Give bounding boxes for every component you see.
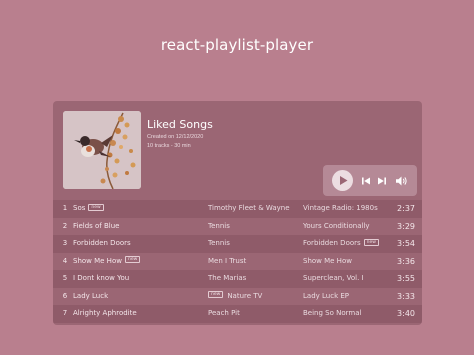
track-duration: 3:54: [397, 239, 415, 248]
track-number: 1: [62, 204, 68, 212]
playlist-summary: 10 tracks - 30 min: [147, 143, 191, 149]
app-title: react-playlist-player: [160, 36, 314, 54]
track-row[interactable]: 3 Forbidden Doors Tennis Forbidden Doors…: [53, 235, 422, 253]
track-title: Sos: [73, 204, 86, 212]
track-duration: 3:36: [397, 256, 415, 266]
track-artist: Tennis: [208, 221, 230, 230]
track-number: 4: [62, 256, 68, 265]
bird-artwork-icon: [63, 111, 141, 189]
track-number: 2: [62, 221, 68, 230]
track-number: 6: [62, 291, 68, 300]
track-title: I Dont know You: [73, 274, 130, 282]
play-icon: [340, 176, 348, 185]
track-artist-cell: new Nature TV: [208, 288, 262, 306]
track-artist: Timothy Fleet & Wayne: [208, 204, 290, 212]
track-duration: 3:33: [397, 291, 415, 301]
track-row[interactable]: 4 Show Me How new Men I Trust Show Me How…: [53, 253, 422, 271]
track-artist: Men I Trust: [208, 256, 247, 265]
track-album: Forbidden Doors: [303, 239, 361, 247]
track-artist: The Marias: [208, 274, 247, 282]
track-title: Show Me How: [73, 256, 122, 265]
track-row[interactable]: 1 Sos new Timothy Fleet & Wayne Vintage R…: [53, 200, 422, 218]
track-list: 1 Sos new Timothy Fleet & Wayne Vintage R…: [53, 200, 422, 323]
track-number: 5: [62, 274, 68, 282]
new-badge: new: [208, 291, 224, 298]
skip-next-icon: [378, 177, 386, 185]
previous-button[interactable]: [360, 175, 372, 187]
track-row[interactable]: 5 I Dont know You The Marias Superclean,…: [53, 270, 422, 288]
track-title: Forbidden Doors: [73, 239, 131, 247]
playlist-header: Liked Songs Created on 12/12/2020 10 tra…: [53, 101, 422, 200]
next-button[interactable]: [376, 175, 388, 187]
playlist-created-date: Created on 12/12/2020: [147, 134, 204, 140]
track-duration: 3:55: [397, 274, 415, 283]
new-badge: new: [124, 256, 141, 263]
playlist-cover: [63, 111, 141, 189]
volume-icon: [396, 176, 407, 186]
track-album-cell: Forbidden Doors new: [303, 235, 379, 253]
new-badge: new: [363, 238, 379, 246]
track-album: Yours Conditionally: [303, 221, 370, 230]
volume-button[interactable]: [395, 175, 408, 187]
playlist-player: Liked Songs Created on 12/12/2020 10 tra…: [53, 101, 422, 325]
track-row[interactable]: 6 Lady Luck new Nature TV Lady Luck EP 3:…: [53, 288, 422, 306]
track-artist: Tennis: [208, 239, 230, 247]
track-album: Show Me How: [303, 256, 352, 265]
track-artist: Nature TV: [227, 291, 263, 300]
track-number: 3: [62, 239, 68, 247]
track-album: Being So Normal: [303, 309, 362, 317]
skip-previous-icon: [362, 177, 370, 185]
playlist-title: Liked Songs: [147, 118, 213, 131]
track-artist: Peach Pit: [208, 309, 240, 317]
track-title-cell: Sos new: [73, 200, 104, 218]
track-duration: 3:29: [397, 221, 415, 231]
track-duration: 3:40: [397, 309, 415, 318]
track-title-cell: Show Me How new: [73, 253, 141, 271]
track-title: Fields of Blue: [73, 221, 120, 230]
track-duration: 2:37: [397, 204, 415, 213]
track-album: Superclean, Vol. I: [303, 274, 364, 282]
track-album: Vintage Radio: 1980s: [303, 204, 378, 212]
track-row[interactable]: 7 Alrighty Aphrodite Peach Pit Being So …: [53, 305, 422, 323]
new-badge: new: [88, 203, 104, 211]
track-album: Lady Luck EP: [303, 291, 349, 300]
track-row[interactable]: 2 Fields of Blue Tennis Yours Conditiona…: [53, 218, 422, 236]
track-title: Lady Luck: [73, 291, 109, 300]
track-title: Alrighty Aphrodite: [73, 309, 137, 317]
play-button[interactable]: [332, 170, 353, 191]
track-number: 7: [62, 309, 68, 317]
player-controls: [323, 165, 417, 196]
